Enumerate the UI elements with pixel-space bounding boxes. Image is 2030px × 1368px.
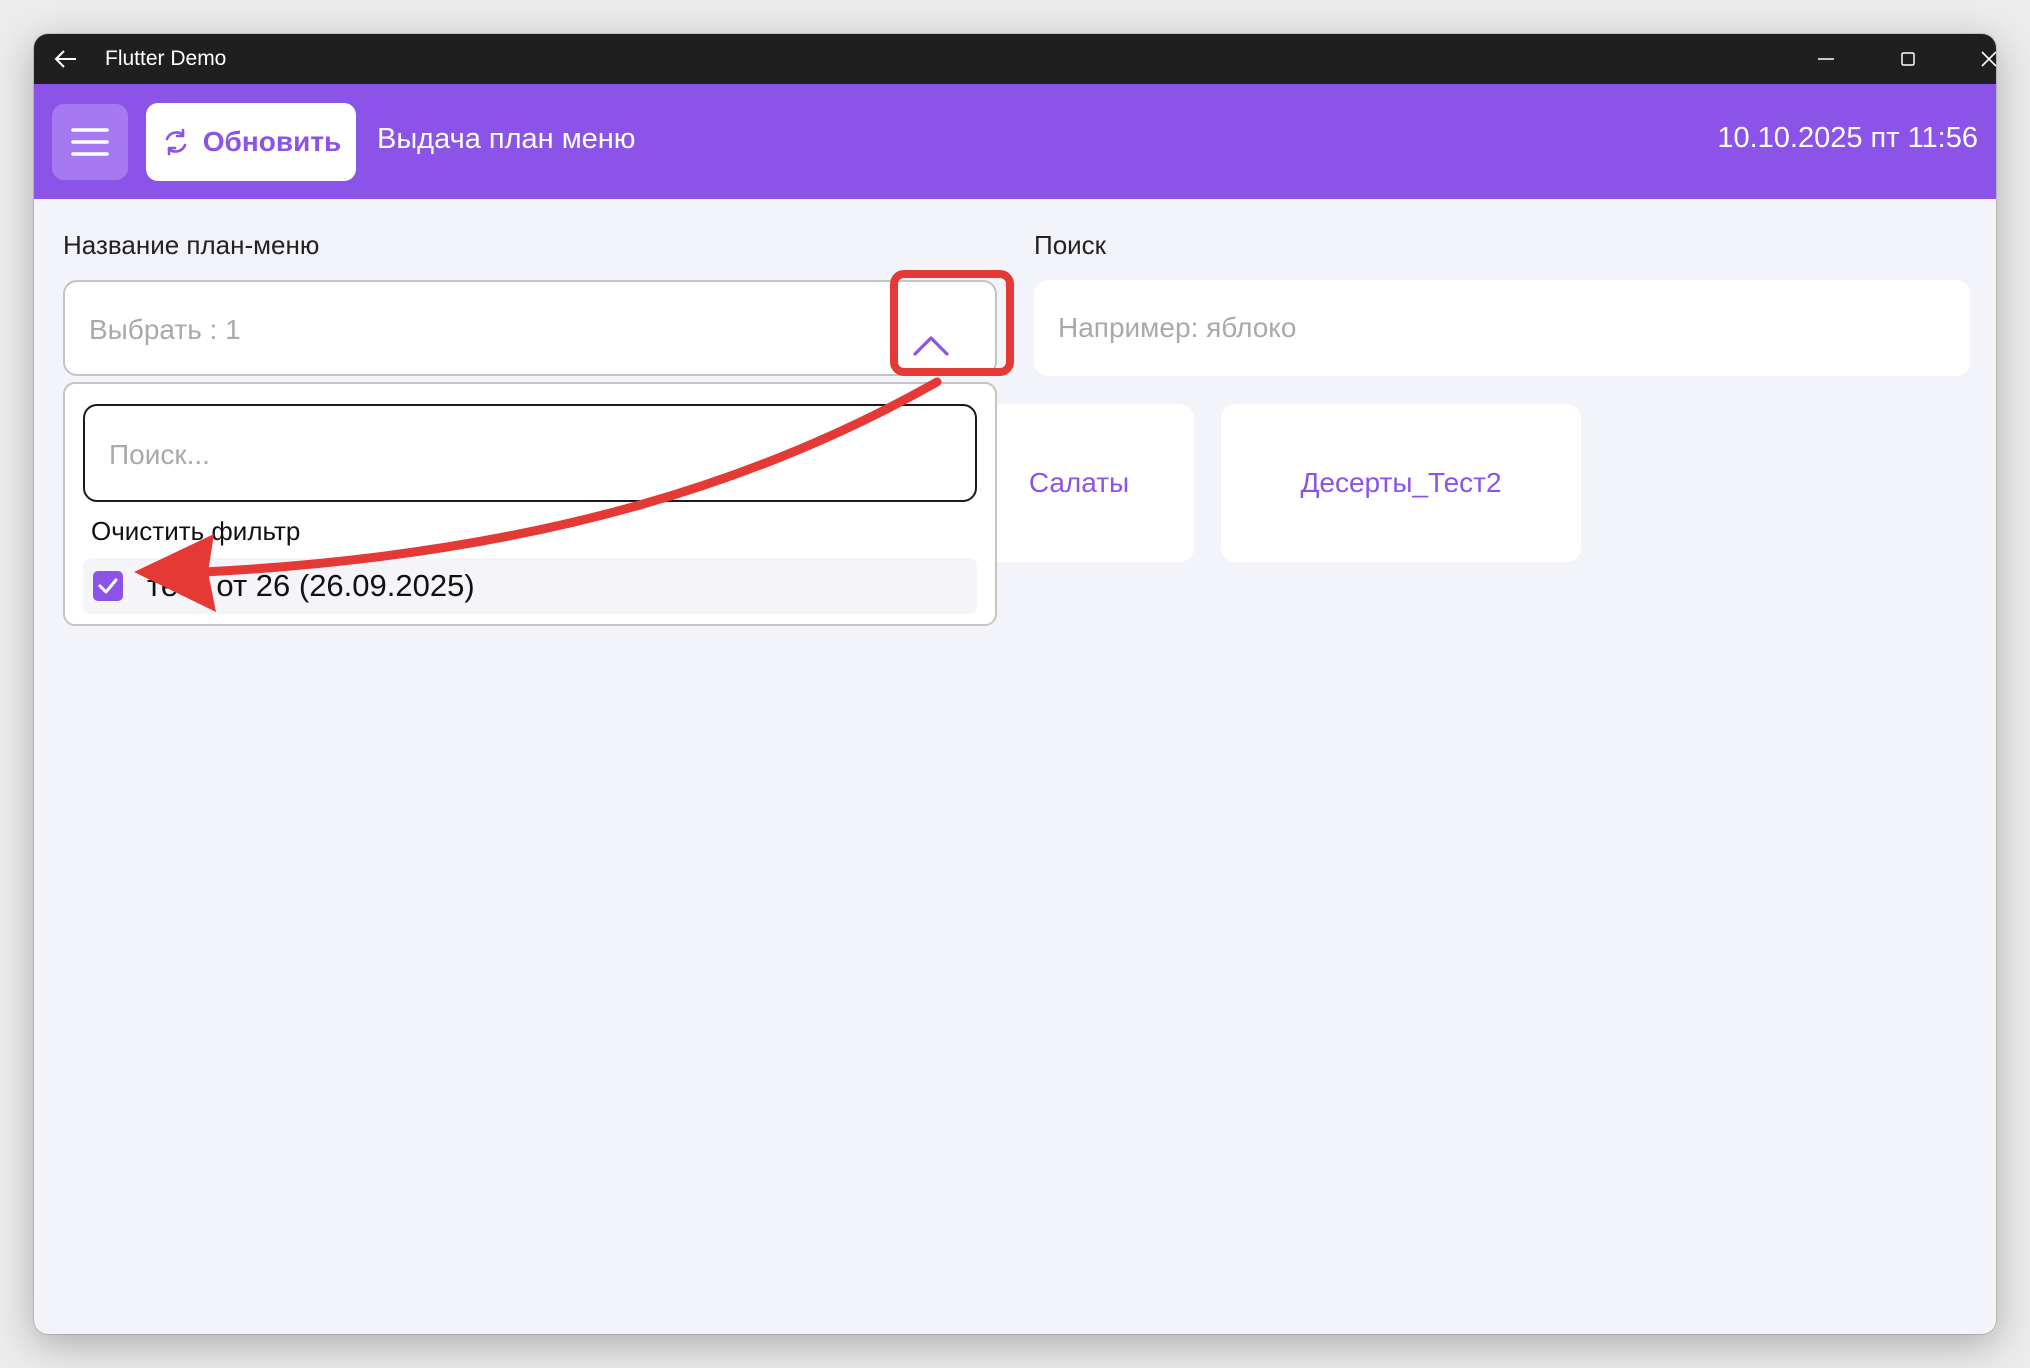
chevron-up-icon[interactable] (911, 332, 951, 363)
category-card[interactable]: Десерты_Тест2 (1221, 404, 1581, 562)
category-card-label: Десерты_Тест2 (1300, 467, 1502, 498)
refresh-button[interactable]: Обновить (146, 103, 356, 181)
dropdown-search-placeholder: Поиск... (109, 439, 210, 470)
minimize-icon (1818, 58, 1834, 60)
app-window: Flutter Demo Обновить Выдача план меню 1… (34, 34, 1996, 1334)
plan-menu-select[interactable]: Выбрать : 1 (63, 280, 997, 376)
annotation-overlay (134, 270, 1014, 612)
title-bar: Flutter Demo (34, 34, 1996, 84)
close-icon (1981, 51, 1996, 67)
maximize-button[interactable] (1868, 34, 1948, 84)
dropdown-search-input[interactable]: Поиск... (83, 404, 977, 502)
dropdown-option[interactable]: тест от 26 (26.09.2025) (83, 558, 977, 614)
datetime-display: 10.10.2025 пт 11:56 (1717, 122, 1978, 154)
window-title: Flutter Demo (105, 47, 227, 70)
app-bar: Обновить Выдача план меню 10.10.2025 пт … (34, 84, 1996, 199)
refresh-button-label: Обновить (202, 126, 342, 157)
checkmark-icon (98, 578, 118, 594)
hamburger-menu-icon (71, 128, 109, 156)
page-title: Выдача план меню (377, 123, 636, 155)
refresh-icon (165, 128, 187, 156)
search-input[interactable]: Например: яблоко (1034, 280, 1970, 376)
maximize-icon (1901, 52, 1915, 66)
close-button[interactable] (1949, 34, 1996, 84)
back-arrow-icon[interactable] (52, 45, 80, 73)
plan-menu-dropdown: Поиск... Очистить фильтр тест от 26 (26.… (63, 382, 997, 626)
option-checkbox[interactable] (93, 571, 123, 601)
dropdown-option-label: тест от 26 (26.09.2025) (147, 568, 475, 603)
clear-filter-button[interactable]: Очистить фильтр (91, 516, 300, 547)
menu-button[interactable] (52, 104, 128, 180)
plan-menu-select-placeholder: Выбрать : 1 (89, 314, 241, 345)
search-label: Поиск (1034, 230, 1107, 260)
minimize-button[interactable] (1786, 34, 1866, 84)
plan-menu-label: Название план-меню (63, 230, 320, 260)
search-input-placeholder: Например: яблоко (1058, 312, 1297, 343)
